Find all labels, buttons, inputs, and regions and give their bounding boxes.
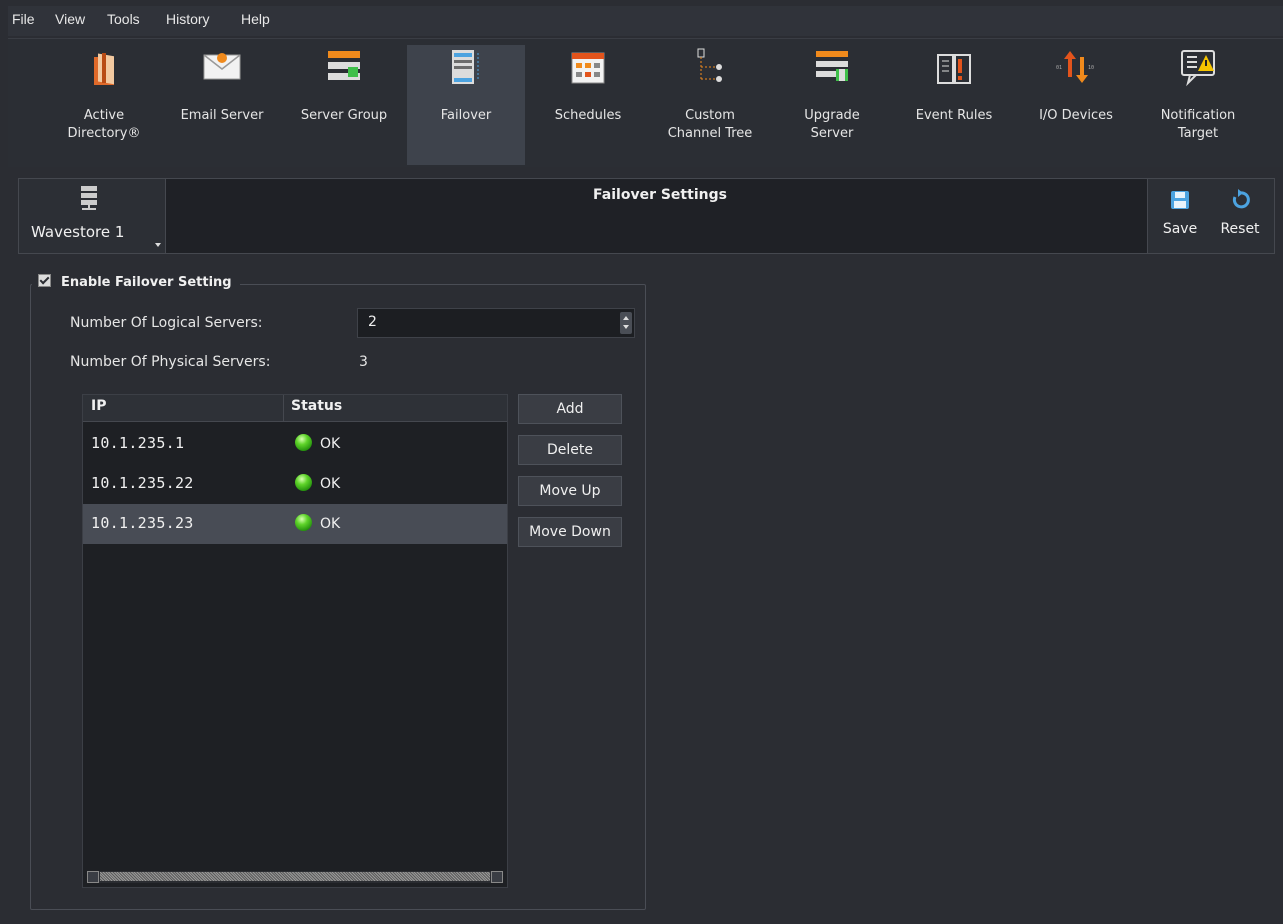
tool-schedules[interactable]: Schedules <box>529 45 647 165</box>
status-text: OK <box>320 436 341 452</box>
table-row[interactable]: 10.1.235.22 OK <box>83 464 507 504</box>
move-up-button[interactable]: Move Up <box>518 476 622 506</box>
schedules-icon <box>571 52 605 84</box>
enable-failover-label: Enable Failover Setting <box>61 275 232 290</box>
physical-servers-label: Number Of Physical Servers: <box>70 354 271 370</box>
ip-cell: 10.1.235.23 <box>91 514 194 532</box>
scrollbar-thumb[interactable] <box>100 872 490 881</box>
chevron-down-icon <box>155 243 161 247</box>
tool-label: Event Rules <box>915 108 993 123</box>
upgrade-server-icon <box>816 51 848 81</box>
menu-view[interactable]: View <box>55 11 85 27</box>
tool-label: Custom Channel Tree <box>667 108 753 141</box>
channel-tree-icon <box>697 48 722 82</box>
io-devices-icon: 01 10 <box>1056 51 1094 83</box>
menu-tools[interactable]: Tools <box>107 11 140 27</box>
logical-servers-label: Number Of Logical Servers: <box>70 315 263 331</box>
tool-email-server[interactable]: Email Server <box>163 45 281 165</box>
checkbox-checked-icon[interactable] <box>38 274 51 287</box>
server-group-icon <box>328 51 360 80</box>
tool-notification-target[interactable]: Notification Target <box>1139 45 1257 165</box>
tool-label: Failover <box>440 108 492 123</box>
tool-io-devices[interactable]: 01 10 I/O Devices <box>1017 45 1135 165</box>
tool-upgrade-server[interactable]: Upgrade Server <box>773 45 891 165</box>
settings-header: Wavestore 1 Failover Settings Save Reset <box>18 178 1275 254</box>
enable-failover-checkbox[interactable]: Enable Failover Setting <box>32 274 240 290</box>
tool-label: Active Directory® <box>67 108 141 141</box>
ip-cell: 10.1.235.1 <box>91 434 185 452</box>
event-rules-icon <box>937 54 971 84</box>
status-cell: OK <box>295 474 340 492</box>
save-button[interactable]: Save <box>1152 189 1208 237</box>
tool-custom-channel-tree[interactable]: Custom Channel Tree <box>651 45 769 165</box>
status-text: OK <box>320 476 341 492</box>
app-window: File View Tools History Help Active Dire… <box>8 6 1283 924</box>
tool-label: Email Server <box>180 108 264 123</box>
server-name: Wavestore 1 <box>31 223 125 241</box>
move-down-button[interactable]: Move Down <box>518 517 622 547</box>
tool-label: I/O Devices <box>1039 108 1113 123</box>
table-row[interactable]: 10.1.235.1 OK <box>83 424 507 464</box>
column-header-status[interactable]: Status <box>291 398 342 414</box>
main-toolbar: Active Directory® Email Server Server Gr… <box>8 38 1283 167</box>
svg-text:01: 01 <box>1056 65 1062 71</box>
menu-file[interactable]: File <box>12 11 35 27</box>
add-button[interactable]: Add <box>518 394 622 424</box>
status-ok-icon <box>295 434 312 451</box>
column-divider <box>283 395 284 421</box>
reset-label: Reset <box>1220 221 1260 237</box>
server-table: IP Status 10.1.235.1 OK 10.1.235.22 OK 1… <box>82 394 508 888</box>
spin-arrows[interactable] <box>620 312 632 334</box>
failover-icon <box>452 50 479 84</box>
status-ok-icon <box>295 474 312 491</box>
tool-label: Server Group <box>300 108 388 123</box>
menu-help[interactable]: Help <box>241 11 270 27</box>
delete-button[interactable]: Delete <box>518 435 622 465</box>
svg-text:10: 10 <box>1088 65 1094 71</box>
notification-target-icon <box>1181 50 1215 87</box>
scroll-right-button[interactable] <box>491 871 503 883</box>
spin-down-icon[interactable] <box>623 325 629 329</box>
status-ok-icon <box>295 514 312 531</box>
reset-icon <box>1232 189 1250 209</box>
menu-bar: File View Tools History Help <box>8 6 1283 36</box>
page-title: Failover Settings <box>593 187 727 203</box>
scroll-left-button[interactable] <box>87 871 99 883</box>
spin-up-icon[interactable] <box>623 316 629 320</box>
save-label: Save <box>1162 221 1198 237</box>
ip-cell: 10.1.235.22 <box>91 474 194 492</box>
reset-button[interactable]: Reset <box>1212 189 1268 237</box>
active-directory-icon <box>94 53 114 85</box>
logical-servers-value: 2 <box>368 314 377 330</box>
email-server-icon <box>203 53 241 80</box>
tool-failover[interactable]: Failover <box>407 45 525 165</box>
tool-event-rules[interactable]: Event Rules <box>895 45 1013 165</box>
server-selector[interactable]: Wavestore 1 <box>19 179 166 253</box>
tool-label: Upgrade Server <box>804 108 860 141</box>
tool-active-directory[interactable]: Active Directory® <box>45 45 163 165</box>
column-header-ip[interactable]: IP <box>91 398 106 414</box>
menu-history[interactable]: History <box>166 11 210 27</box>
server-icon <box>81 186 97 210</box>
horizontal-scrollbar[interactable] <box>87 871 503 883</box>
tool-label: Notification Target <box>1160 108 1236 141</box>
tool-label: Schedules <box>554 108 622 123</box>
tool-server-group[interactable]: Server Group <box>285 45 403 165</box>
status-cell: OK <box>295 434 340 452</box>
table-row-selected[interactable]: 10.1.235.23 OK <box>83 504 507 544</box>
status-cell: OK <box>295 514 340 532</box>
logical-servers-spinbox[interactable]: 2 <box>357 308 635 338</box>
table-header: IP Status <box>83 395 507 422</box>
physical-servers-value: 3 <box>359 354 368 370</box>
header-actions: Save Reset <box>1147 179 1274 253</box>
status-text: OK <box>320 516 341 532</box>
save-icon <box>1171 191 1189 209</box>
